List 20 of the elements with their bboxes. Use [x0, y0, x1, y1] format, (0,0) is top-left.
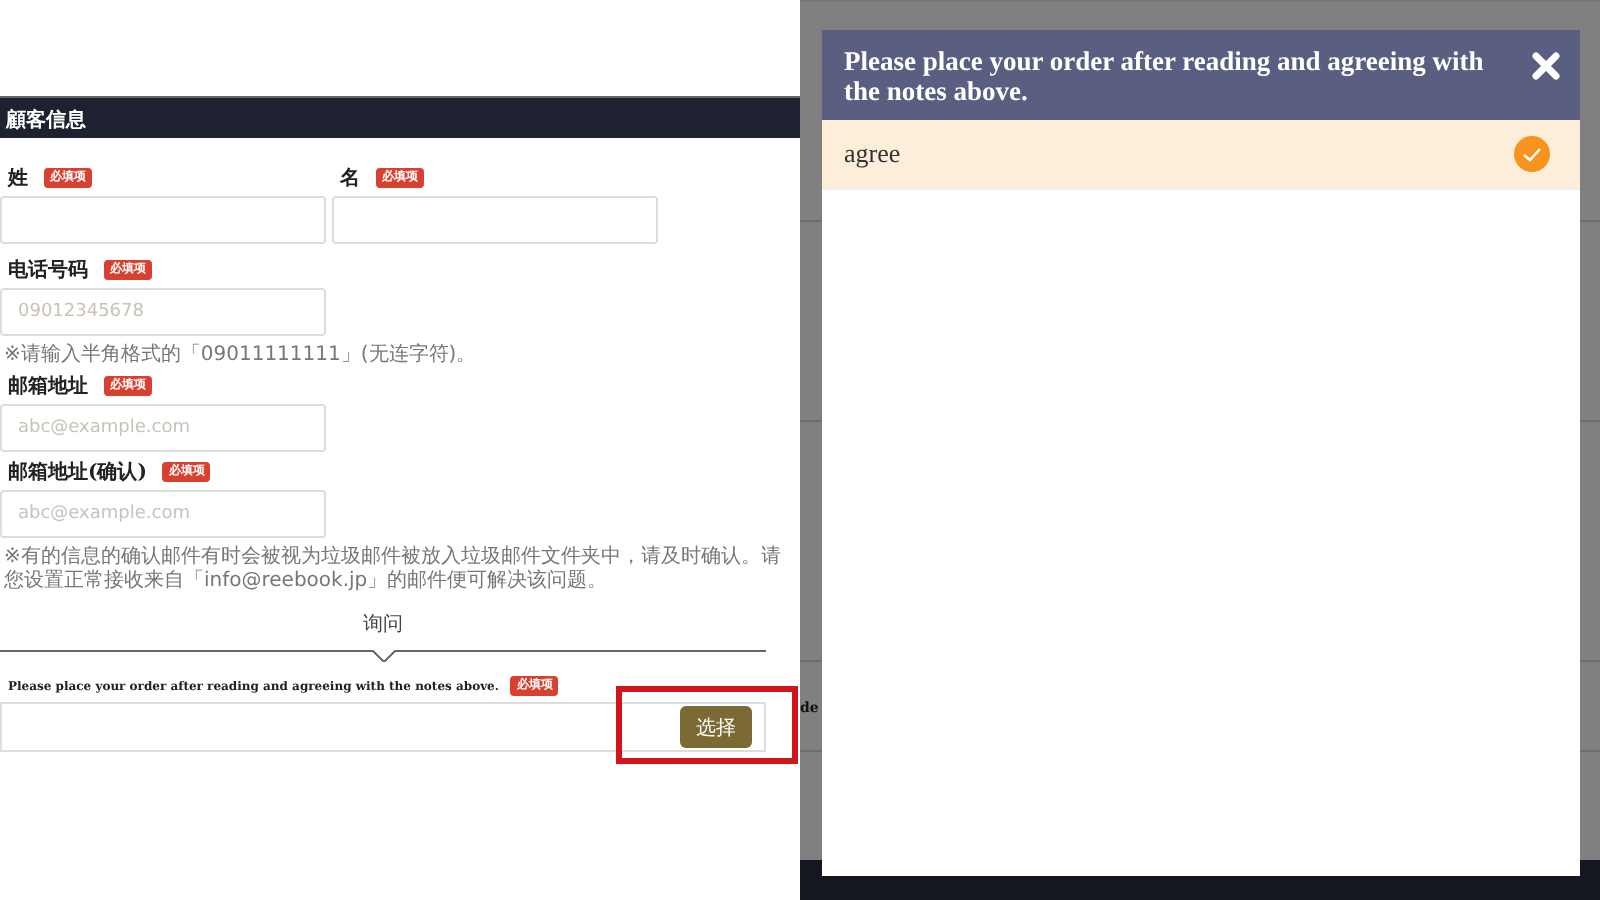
select-button[interactable]: 选择: [680, 706, 752, 748]
input-field[interactable]: abc@example.com: [0, 490, 326, 538]
field-label: 姓: [8, 165, 28, 192]
modal-title: Please place your order after reading and agreeing with the notes above.: [844, 46, 1486, 106]
option-item[interactable]: agree: [822, 120, 1580, 190]
input-field[interactable]: [0, 196, 326, 244]
field-note: ※请输入半角格式的「09011111111」(无连字符)。: [4, 344, 479, 368]
field-note: ※有的信息的确认邮件有时会被视为垃圾邮件被放入垃圾邮件文件夹中，请及时确认。请您设置正常接收来自「info@reebook.jp」的邮件便可解决该问题。: [4, 546, 783, 594]
input-field[interactable]: 09012345678: [0, 288, 326, 336]
field-label: 电话号码: [8, 257, 88, 284]
field-label: 邮箱地址(确认): [8, 459, 147, 486]
input-field[interactable]: abc@example.com: [0, 404, 326, 452]
select-field[interactable]: 选择: [0, 702, 766, 752]
field-label: 名: [340, 165, 360, 192]
check-icon: [1514, 136, 1550, 172]
close-icon[interactable]: [1532, 52, 1560, 80]
inquiry-heading: 询问: [363, 612, 403, 640]
section-title: 顧客信息: [0, 96, 800, 138]
input-field[interactable]: [332, 196, 658, 244]
field-label: 邮箱地址: [8, 373, 88, 400]
